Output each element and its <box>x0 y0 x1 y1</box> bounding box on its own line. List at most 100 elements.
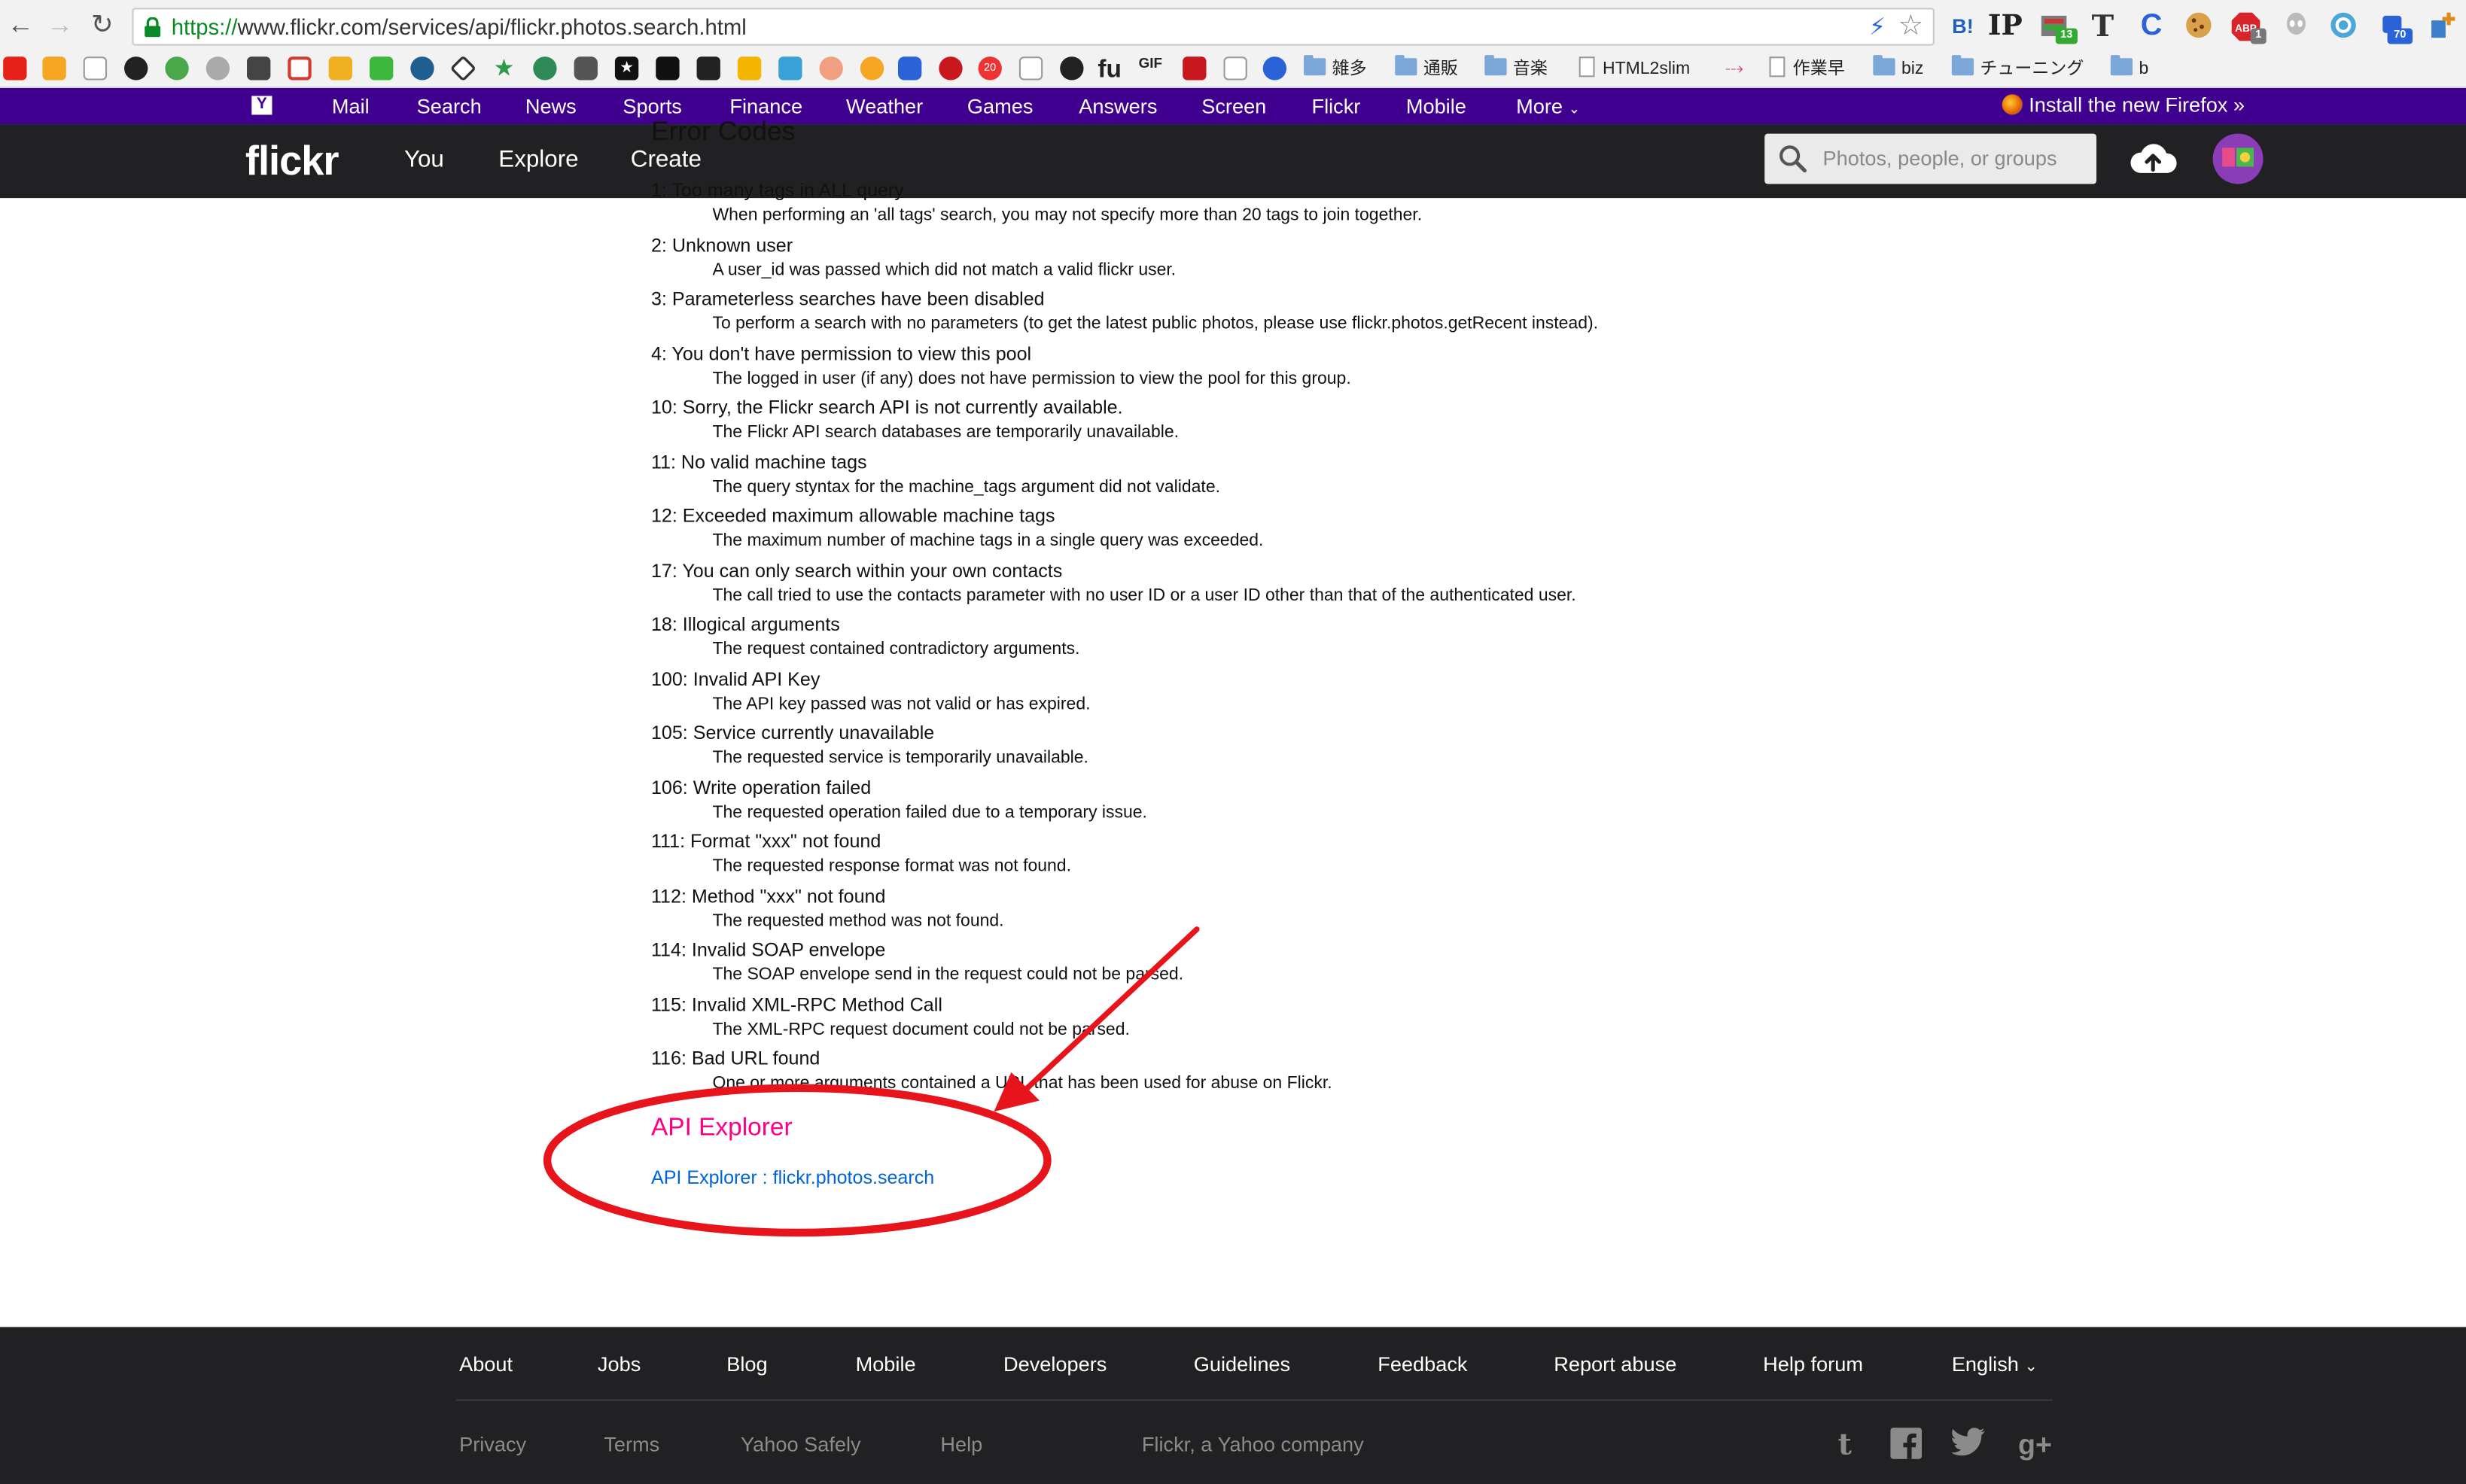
footer-privacy[interactable]: Privacy <box>459 1432 526 1455</box>
bookmark-gif[interactable]: GIF <box>1139 56 1162 84</box>
bookmark-html2slim[interactable]: HTML2slim <box>1579 56 1690 84</box>
bookmark-face-icon[interactable] <box>819 56 843 81</box>
c-extension-icon[interactable]: C <box>2136 11 2167 43</box>
bookmark-arrow-icon[interactable]: ⤏ <box>1725 56 1743 84</box>
google-plus-icon[interactable]: g+ <box>2018 1428 2053 1462</box>
yahoo-nav-screen[interactable]: Screen <box>1201 94 1266 117</box>
youtube-icon[interactable] <box>3 56 27 81</box>
bookmark-red-icon[interactable] <box>1183 56 1207 81</box>
forward-arrow-icon[interactable]: → <box>44 10 76 41</box>
search-input[interactable]: Photos, people, or groups <box>1764 133 2097 184</box>
yahoo-nav-answers[interactable]: Answers <box>1079 94 1157 117</box>
footer-feedback[interactable]: Feedback <box>1378 1352 1467 1376</box>
lightning-icon[interactable]: ⚡ <box>1869 13 1886 41</box>
bookmark-folder[interactable]: biz <box>1873 55 1923 84</box>
yahoo-nav-search[interactable]: Search <box>417 94 482 117</box>
bookmark-eye-icon[interactable] <box>860 56 884 81</box>
page-icon[interactable] <box>1223 56 1247 81</box>
yahoo-nav-games[interactable]: Games <box>967 94 1034 117</box>
bookmark-folder[interactable]: チューニング <box>1951 55 2084 84</box>
bookmark-chart-icon[interactable] <box>778 56 802 81</box>
bookmark-android-icon[interactable] <box>533 56 557 81</box>
upload-cloud-icon[interactable] <box>2128 138 2178 179</box>
bookmark-20-icon[interactable]: 20 <box>978 56 1002 81</box>
bookmark-diamond-icon[interactable] <box>449 55 477 82</box>
footer-guidelines[interactable]: Guidelines <box>1194 1352 1290 1376</box>
error-code-title: 10: Sorry, the Flickr search API is not … <box>650 396 1123 418</box>
bookmark-terminal-icon[interactable] <box>696 56 720 81</box>
footer-mobile[interactable]: Mobile <box>856 1352 916 1376</box>
bookmark-star-icon[interactable]: ☆ <box>1898 10 1923 43</box>
bookmark-shield-icon[interactable] <box>574 56 598 81</box>
add-extension-icon[interactable] <box>2425 11 2457 43</box>
yahoo-nav-sports[interactable]: Sports <box>623 94 682 117</box>
bookmark-cup-icon[interactable] <box>247 56 271 81</box>
bookmark-w-icon[interactable] <box>42 56 66 81</box>
tumblr-icon[interactable]: t <box>1828 1428 1862 1462</box>
github-icon[interactable] <box>124 56 148 81</box>
bookmark-black-star-icon[interactable]: ★ <box>614 56 639 81</box>
extension-badge: 70 <box>2387 28 2413 44</box>
footer-developers[interactable]: Developers <box>1003 1352 1107 1376</box>
facebook-icon[interactable] <box>1889 1428 1923 1462</box>
bookmark-search-icon[interactable] <box>369 56 394 81</box>
alien-icon[interactable] <box>2280 11 2312 43</box>
hatena-bookmark-icon[interactable]: B! <box>1947 11 1979 43</box>
footer-terms[interactable]: Terms <box>604 1432 659 1455</box>
bookmark-r-icon[interactable] <box>83 56 108 81</box>
refresh-circle-icon[interactable] <box>2327 11 2359 43</box>
yahoo-nav-mail[interactable]: Mail <box>332 94 370 117</box>
error-code-description: When performing an 'all tags' search, yo… <box>712 205 1423 225</box>
bookmark-star-fav-icon[interactable]: ★ <box>492 56 516 80</box>
tampermonkey-icon[interactable]: T <box>2087 11 2119 43</box>
footer-about[interactable]: About <box>459 1352 513 1376</box>
ip-icon[interactable]: IP <box>1988 11 2023 43</box>
back-arrow-icon[interactable]: ← <box>5 10 36 41</box>
yahoo-nav-flickr[interactable]: Flickr <box>1311 94 1360 117</box>
bookmark-green-icon[interactable] <box>165 56 189 81</box>
bookmark-cloud-icon[interactable] <box>206 56 230 81</box>
bookmark-bug-icon[interactable] <box>939 56 963 81</box>
reload-icon[interactable]: ↻ <box>87 10 118 41</box>
bookmark-box-icon[interactable] <box>737 56 762 81</box>
yahoo-nav-finance[interactable]: Finance <box>729 94 802 117</box>
page-icon[interactable] <box>1018 56 1043 81</box>
yahoo-logo[interactable]: Y <box>251 96 272 115</box>
gmail-icon[interactable] <box>288 56 312 81</box>
bookmark-soccer-icon[interactable] <box>1060 56 1084 81</box>
bookmark-ring-icon[interactable] <box>410 56 434 81</box>
install-firefox-link[interactable]: Install the new Firefox » <box>2002 93 2245 117</box>
avatar[interactable] <box>2212 133 2264 184</box>
bookmark-blue-shield-icon[interactable] <box>897 56 922 81</box>
folder-icon <box>1395 55 1417 76</box>
footer-yahoo-safely[interactable]: Yahoo Safely <box>741 1432 861 1455</box>
bookmark-folder[interactable]: b <box>2110 55 2148 84</box>
bookmark-mountain-icon[interactable] <box>656 56 680 81</box>
yahoo-nav-more[interactable]: More ⌄ <box>1516 94 1580 117</box>
yahoo-nav-mobile[interactable]: Mobile <box>1406 94 1466 117</box>
error-code-title: 111: Format "xxx" not found <box>650 830 881 853</box>
bookmark-orange-icon[interactable] <box>328 56 353 81</box>
bookmark-work[interactable]: 作業早 <box>1769 56 1845 84</box>
bookmark-folder[interactable]: 音楽 <box>1484 55 1548 84</box>
footer-jobs[interactable]: Jobs <box>598 1352 641 1376</box>
bookmark-fu[interactable]: fu <box>1098 56 1122 84</box>
flickr-logo[interactable]: flickr <box>245 137 339 186</box>
bookmark-folder[interactable]: 雑多 <box>1304 55 1367 84</box>
nav-create[interactable]: Create <box>631 146 702 173</box>
cookie-icon[interactable] <box>2183 11 2215 43</box>
footer-blog[interactable]: Blog <box>726 1352 767 1376</box>
bookmark-folder[interactable]: 通販 <box>1395 55 1458 84</box>
footer-report-abuse[interactable]: Report abuse <box>1554 1352 1676 1376</box>
nav-explore[interactable]: Explore <box>498 146 578 173</box>
yahoo-nav-news[interactable]: News <box>525 94 577 117</box>
footer-help[interactable]: Help <box>940 1432 982 1455</box>
bookmark-hex-icon[interactable] <box>1262 56 1287 81</box>
twitter-icon[interactable] <box>1950 1428 1986 1462</box>
language-select[interactable]: English ⌄ <box>1952 1352 2038 1376</box>
yahoo-nav-weather[interactable]: Weather <box>846 94 923 117</box>
nav-you[interactable]: You <box>404 146 444 173</box>
api-explorer-link[interactable]: API Explorer : flickr.photos.search <box>651 1166 934 1188</box>
footer-help-forum[interactable]: Help forum <box>1763 1352 1863 1376</box>
address-bar[interactable]: https://www.flickr.com/services/api/flic… <box>132 8 1935 46</box>
